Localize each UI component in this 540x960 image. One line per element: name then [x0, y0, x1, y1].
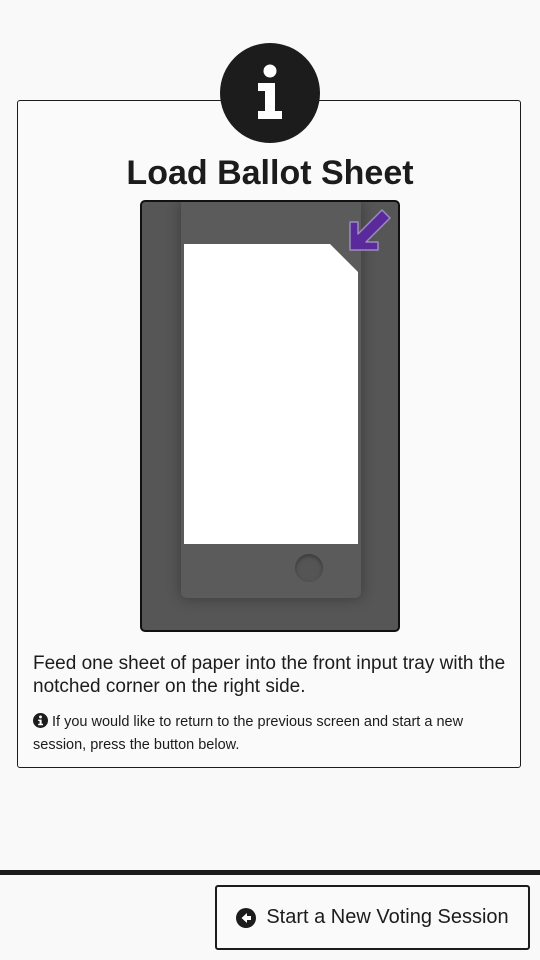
arrow-circle-left-icon	[236, 907, 257, 928]
input-tray-illustration	[140, 200, 400, 632]
instructions-text: Feed one sheet of paper into the front i…	[33, 653, 506, 697]
arrow-down-left-icon	[349, 209, 391, 251]
page-title: Load Ballot Sheet	[126, 154, 414, 192]
start-new-session-button[interactable]: Start a New Voting Session	[215, 885, 530, 950]
paper-sheet	[184, 244, 358, 544]
help-note-text: If you would like to return to the previ…	[33, 714, 464, 753]
info-badge	[220, 43, 320, 143]
tray-button	[295, 554, 323, 582]
start-new-session-label: Start a New Voting Session	[266, 906, 509, 928]
info-small-icon	[33, 713, 48, 728]
info-icon	[258, 64, 282, 119]
ballot-load-screen: Load Ballot Sheet Feed one sheet of pape…	[0, 0, 540, 960]
help-note: If you would like to return to the previ…	[33, 711, 503, 757]
